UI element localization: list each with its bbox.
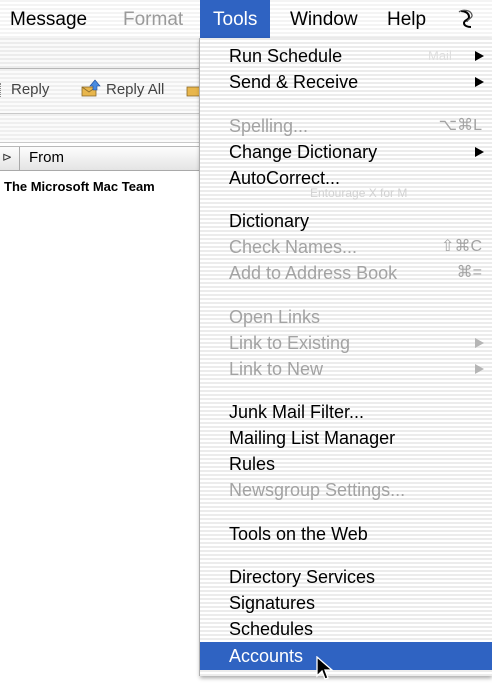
menu-item-label: Schedules — [229, 619, 314, 639]
menu-item-label: Link to New — [229, 359, 324, 379]
menu-item-mailing-list-manager[interactable]: Mailing List Manager — [200, 425, 492, 451]
menu-help[interactable]: Help — [387, 0, 426, 38]
menu-item-shortcut: ⇧⌘C — [441, 238, 482, 255]
status-column-icon[interactable]: ⊳ — [2, 150, 12, 164]
menu-item-label: Link to Existing — [229, 333, 351, 353]
menu-item-dictionary[interactable]: Dictionary — [200, 208, 492, 234]
menu-item-label: Signatures — [229, 593, 316, 613]
menu-item-directory-services[interactable]: Directory Services — [200, 564, 492, 590]
mouse-pointer-icon — [316, 656, 334, 680]
tools-menu: Mail Entourage X for M Run Schedule Send… — [200, 38, 492, 676]
menu-item-label: Add to Address Book — [229, 263, 398, 283]
divider — [0, 83, 7, 98]
menu-item-signatures[interactable]: Signatures — [200, 590, 492, 616]
menu-window[interactable]: Window — [290, 0, 358, 38]
message-sender[interactable]: The Microsoft Mac Team — [4, 179, 155, 194]
menu-item-label: Tools on the Web — [229, 524, 368, 544]
menu-item-label: Junk Mail Filter... — [229, 402, 365, 422]
reply-label: Reply — [11, 81, 50, 98]
reply-all-icon[interactable] — [80, 77, 102, 99]
filter-strip — [0, 114, 200, 143]
menu-item-schedules[interactable]: Schedules — [200, 616, 492, 642]
submenu-arrow-icon — [475, 338, 484, 348]
menu-tools[interactable]: Tools — [200, 0, 271, 38]
menu-item-accounts[interactable]: Accounts — [200, 642, 492, 670]
reply-button[interactable]: Reply — [0, 81, 49, 98]
menu-item-label: Directory Services — [229, 567, 376, 587]
menu-item-label: Mailing List Manager — [229, 428, 396, 448]
menu-item-send-receive[interactable]: Send & Receive — [200, 69, 492, 95]
menu-item-link-to-new[interactable]: Link to New — [200, 356, 492, 382]
menu-item-label: Rules — [229, 454, 276, 474]
menu-item-tools-on-the-web[interactable]: Tools on the Web — [200, 521, 492, 547]
menu-item-autocorrect[interactable]: AutoCorrect... — [200, 165, 492, 191]
mail-window: Reply Reply All ⊳ From The Microsoft Mac… — [0, 38, 202, 684]
menu-item-label: Dictionary — [229, 211, 310, 231]
menu-item-newsgroup-settings[interactable]: Newsgroup Settings... — [200, 477, 492, 503]
menu-item-label: Send & Receive — [229, 72, 359, 92]
menu-bar: Message Format Tools Window Help — [0, 0, 492, 39]
menu-item-label: Open Links — [229, 307, 321, 327]
message-list-header: ⊳ From — [0, 146, 200, 171]
submenu-arrow-icon — [475, 77, 484, 87]
menu-item-label: Change Dictionary — [229, 142, 378, 162]
column-divider — [19, 147, 20, 170]
menu-item-label: Newsgroup Settings... — [229, 480, 406, 500]
menu-item-label: Accounts — [229, 646, 304, 666]
menu-item-open-links[interactable]: Open Links — [200, 304, 492, 330]
menu-item-add-to-address-book[interactable]: Add to Address Book ⌘= — [200, 260, 492, 286]
menu-message[interactable]: Message — [10, 0, 87, 38]
menu-item-run-schedule[interactable]: Run Schedule — [200, 43, 492, 69]
menu-item-label: Check Names... — [229, 237, 358, 257]
submenu-arrow-icon — [475, 364, 484, 374]
menu-item-label: Run Schedule — [229, 46, 343, 66]
window-title-strip — [0, 38, 200, 69]
menu-item-label: Spelling... — [229, 116, 309, 136]
submenu-arrow-icon — [475, 51, 484, 61]
from-column-header[interactable]: From — [29, 149, 64, 166]
menu-item-spelling[interactable]: Spelling... ⌥⌘L — [200, 113, 492, 139]
menu-item-link-to-existing[interactable]: Link to Existing — [200, 330, 492, 356]
menu-item-shortcut: ⌥⌘L — [438, 117, 482, 134]
script-menu-icon[interactable] — [455, 8, 477, 30]
menu-item-check-names[interactable]: Check Names... ⇧⌘C — [200, 234, 492, 260]
menu-format[interactable]: Format — [123, 0, 183, 38]
menu-item-shortcut: ⌘= — [456, 264, 482, 281]
submenu-arrow-icon — [475, 147, 484, 157]
menu-item-rules[interactable]: Rules — [200, 451, 492, 477]
toolbar: Reply Reply All — [0, 69, 202, 114]
menu-item-label: AutoCorrect... — [229, 168, 341, 188]
reply-all-button[interactable]: Reply All — [106, 81, 164, 98]
menu-item-change-dictionary[interactable]: Change Dictionary — [200, 139, 492, 165]
menu-item-junk-mail-filter[interactable]: Junk Mail Filter... — [200, 399, 492, 425]
